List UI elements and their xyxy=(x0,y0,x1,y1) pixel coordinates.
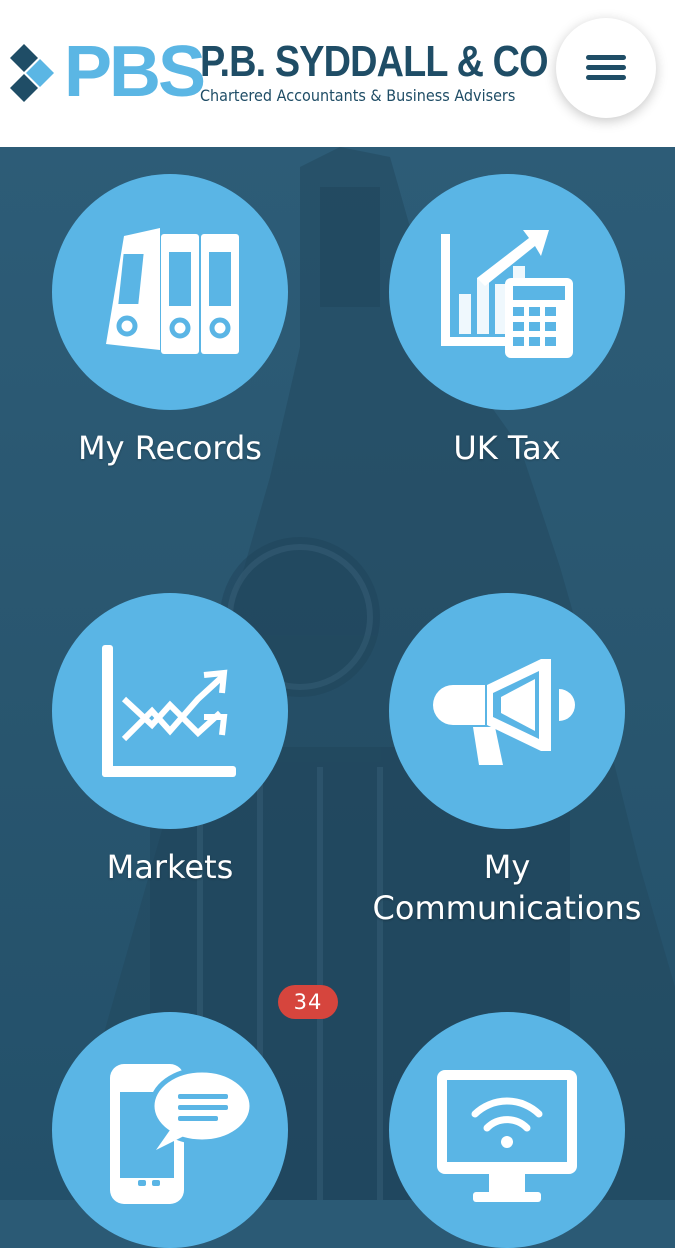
tile-label: My Communications xyxy=(372,848,642,927)
tile-circle xyxy=(52,593,288,829)
tile-label: Markets xyxy=(106,848,234,886)
binders-icon xyxy=(106,228,239,354)
tile-circle xyxy=(389,593,625,829)
pbs-diamond-logo-icon xyxy=(10,44,54,102)
tile-circle xyxy=(52,1012,288,1248)
megaphone-icon xyxy=(433,659,575,765)
logo-abbreviation: PBS xyxy=(64,32,206,112)
tax-chart-calculator-icon xyxy=(441,230,573,358)
tile-label: My Records xyxy=(78,429,262,467)
tile-label: UK Tax xyxy=(453,429,561,467)
hamburger-icon xyxy=(586,55,626,80)
tile-circle xyxy=(389,174,625,410)
monitor-wifi-icon xyxy=(437,1070,577,1202)
menu-button[interactable] xyxy=(556,18,656,118)
app-header: PBS P.B. SYDDALL & CO Chartered Accounta… xyxy=(0,0,675,147)
company-tagline: Chartered Accountants & Business Adviser… xyxy=(200,86,516,105)
mobile-message-icon xyxy=(110,1064,255,1204)
tile-circle xyxy=(389,1012,625,1248)
company-name: P.B. SYDDALL & CO xyxy=(200,37,549,86)
tile-circle xyxy=(52,174,288,410)
notification-badge: 34 xyxy=(278,985,338,1019)
market-chart-icon xyxy=(102,645,236,777)
